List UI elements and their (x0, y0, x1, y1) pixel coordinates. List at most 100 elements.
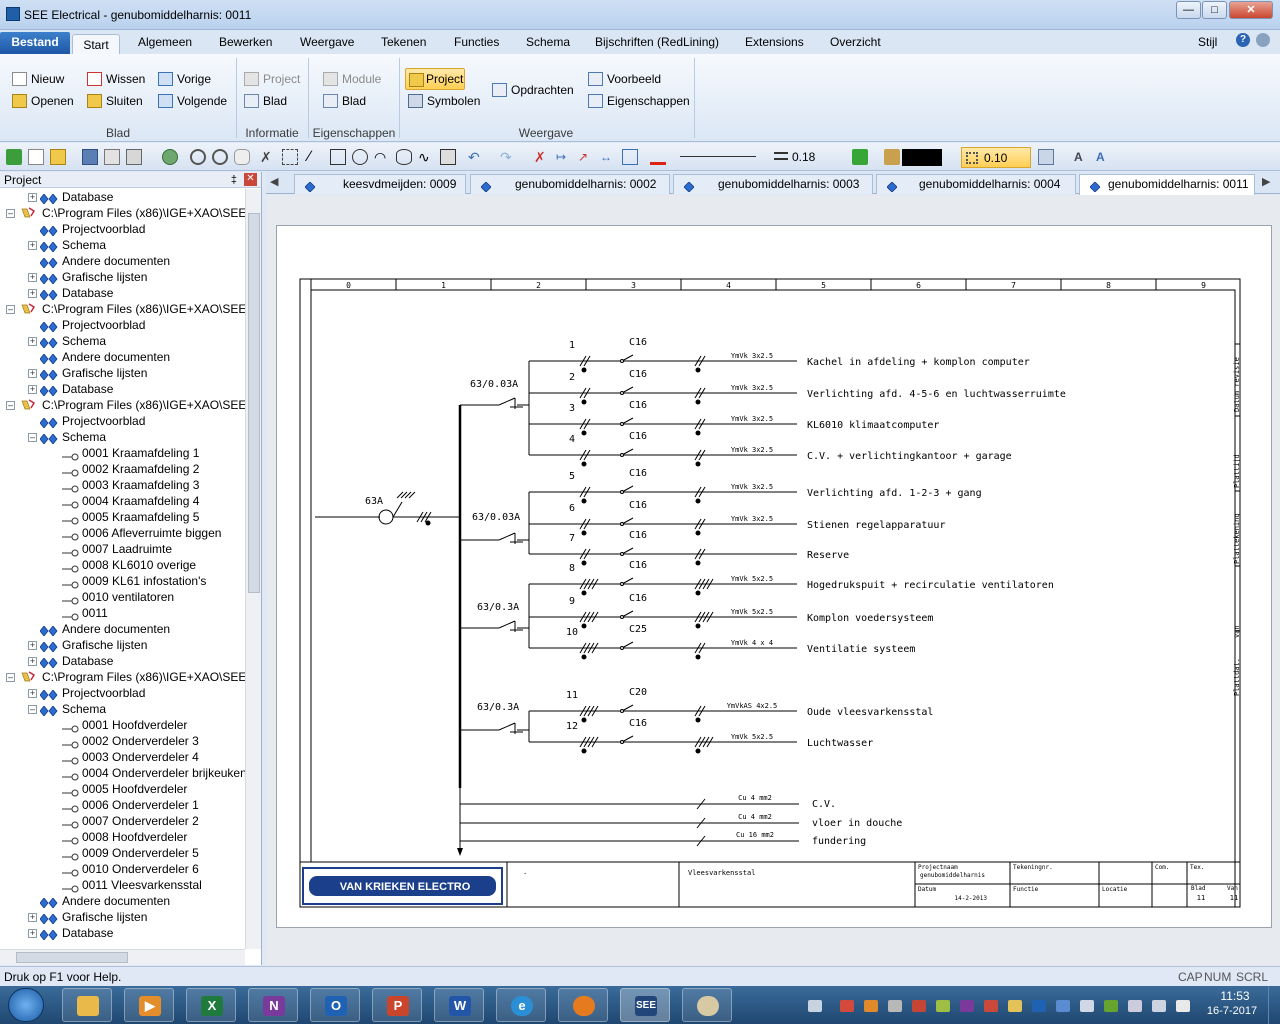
print-icon[interactable] (126, 149, 142, 165)
tree-item[interactable]: Andere documenten (0, 349, 245, 365)
tree-item[interactable]: 0010 ventilatoren (0, 589, 245, 605)
maximize-button[interactable]: □ (1202, 1, 1227, 19)
zoom-out-icon[interactable] (190, 149, 206, 165)
tree-item[interactable]: Andere documenten (0, 621, 245, 637)
delete-sheet-button[interactable]: Wissen (87, 70, 145, 88)
tree-item[interactable]: 0002 Onderverdeler 3 (0, 733, 245, 749)
show-desktop-button[interactable] (1268, 986, 1280, 1024)
taskbar-firefox[interactable] (558, 988, 608, 1022)
select-icon[interactable]: ✗ (260, 149, 276, 165)
tree-item[interactable]: 0005 Hoofdverdeler (0, 781, 245, 797)
pin-icon[interactable]: ‡ (231, 172, 237, 188)
tree-item[interactable]: + Grafische lijsten (0, 269, 245, 285)
help-icon[interactable]: ? (1236, 33, 1250, 47)
grid-selector[interactable]: 0.10 (961, 147, 1031, 168)
tree-item[interactable]: – Schema (0, 701, 245, 717)
tray-app-icon[interactable] (912, 1000, 926, 1012)
tree-item[interactable]: 0001 Kraamafdeling 1 (0, 445, 245, 461)
tree-item[interactable]: 0005 Kraamafdeling 5 (0, 509, 245, 525)
tree-item[interactable]: 0004 Onderverdeler brijkeuken (0, 765, 245, 781)
circle-icon[interactable] (352, 149, 368, 165)
arc-icon[interactable]: ◠ (374, 149, 390, 165)
tree-item[interactable]: 0006 Afleverruimte biggen (0, 525, 245, 541)
new-sheet-button[interactable]: Nieuw (12, 70, 64, 88)
tab-functies[interactable]: Functies (454, 34, 499, 54)
tab-overzicht[interactable]: Overzicht (830, 34, 881, 54)
tree-item[interactable]: 0008 Hoofdverdeler (0, 829, 245, 845)
tray-nvidia-icon[interactable] (1104, 1000, 1118, 1012)
tree-item[interactable]: + Grafische lijsten (0, 365, 245, 381)
taskbar-media[interactable]: ▶ (124, 988, 174, 1022)
tree-item[interactable]: 0009 Onderverdeler 5 (0, 845, 245, 861)
new-file-icon[interactable] (28, 149, 44, 165)
layers-icon[interactable] (1038, 149, 1054, 165)
save-icon[interactable] (82, 149, 98, 165)
tree-item[interactable]: + Grafische lijsten (0, 909, 245, 925)
line-icon[interactable]: ∕ (308, 149, 324, 165)
expand-icon[interactable]: + (28, 337, 37, 346)
scroll-thumb[interactable] (16, 952, 128, 963)
scroll-thumb[interactable] (248, 213, 260, 593)
brush-icon[interactable] (884, 149, 900, 165)
expand-icon[interactable]: + (28, 657, 37, 666)
tray-mail-icon[interactable] (1008, 1000, 1022, 1012)
properties-sheet-button[interactable]: Blad (323, 92, 366, 110)
zoom-extents-icon[interactable] (162, 149, 178, 165)
start-button[interactable] (8, 988, 44, 1022)
color-swatch[interactable] (902, 149, 942, 166)
taskbar-word[interactable]: W (434, 988, 484, 1022)
tree-item[interactable]: 0007 Onderverdeler 2 (0, 813, 245, 829)
style-menu[interactable]: Stijl (1198, 34, 1217, 54)
properties-module-button[interactable]: Module (323, 70, 381, 88)
tray-app-icon[interactable] (1080, 1000, 1094, 1012)
tree-horizontal-scrollbar[interactable] (0, 949, 245, 965)
hatch-icon[interactable] (440, 149, 456, 165)
tree-item[interactable]: 0003 Kraamafdeling 3 (0, 477, 245, 493)
check-icon[interactable] (6, 149, 22, 165)
clock-date[interactable]: 16-7-2017 (1200, 1005, 1264, 1017)
fill-color-icon[interactable] (852, 149, 868, 165)
tree-item[interactable]: – Schema (0, 429, 245, 445)
next-sheet-button[interactable]: Volgende (158, 92, 227, 110)
taskbar-outlook[interactable]: O (310, 988, 360, 1022)
tree-item[interactable]: – C:\Program Files (x86)\IGE+XAO\SEE Elec… (0, 669, 245, 685)
tree-item[interactable]: 0010 Onderverdeler 6 (0, 861, 245, 877)
tab-schema[interactable]: Schema (526, 34, 570, 54)
tab-bestand[interactable]: Bestand (0, 32, 70, 54)
tray-outlook-icon[interactable] (1032, 1000, 1046, 1012)
tray-app-icon[interactable] (936, 1000, 950, 1012)
tree-item[interactable]: 0002 Kraamafdeling 2 (0, 461, 245, 477)
doc-tab[interactable]: genubomiddelharnis: 0002 (470, 174, 670, 194)
doc-tab-active[interactable]: genubomiddelharnis: 0011 (1079, 174, 1255, 195)
taskbar-explorer[interactable] (62, 988, 112, 1022)
tree-item[interactable]: 0001 Hoofdverdeler (0, 717, 245, 733)
tree-vertical-scrollbar[interactable] (245, 189, 261, 949)
pan-hand-icon[interactable] (234, 149, 250, 165)
delete-element-icon[interactable]: ✗ (534, 149, 550, 165)
tree-item[interactable]: + Projectvoorblad (0, 685, 245, 701)
redo-icon[interactable]: ↷ (500, 149, 516, 165)
tree-item[interactable]: + Database (0, 285, 245, 301)
line-style-selector[interactable] (680, 156, 756, 157)
tree-item[interactable]: 0011 (0, 605, 245, 621)
drawing-canvas[interactable]: 0 1 2 3 4 5 6 7 8 9 Datum revisie Plattijd Platteken… (266, 195, 1280, 965)
tree-item[interactable]: Andere documenten (0, 253, 245, 269)
tray-app-icon[interactable] (864, 1000, 878, 1012)
tree-item[interactable]: Projectvoorblad (0, 317, 245, 333)
tray-app-icon[interactable] (888, 1000, 902, 1012)
options-icon[interactable] (1256, 33, 1270, 47)
tree-item[interactable]: 0007 Laadruimte (0, 541, 245, 557)
taskbar-paint[interactable] (682, 988, 732, 1022)
collapse-icon[interactable]: – (6, 209, 15, 218)
tree-item[interactable]: 0004 Kraamafdeling 4 (0, 493, 245, 509)
tray-security-icon[interactable] (840, 1000, 854, 1012)
tree-item[interactable]: + Schema (0, 333, 245, 349)
tray-app-icon[interactable] (960, 1000, 974, 1012)
panel-close-icon[interactable]: ✕ (244, 173, 257, 186)
view-symbols-button[interactable]: Symbolen (408, 92, 480, 110)
collapse-icon[interactable]: – (28, 433, 37, 442)
tray-app-icon[interactable] (984, 1000, 998, 1012)
tray-app-icon[interactable] (1056, 1000, 1070, 1012)
close-button[interactable]: ✕ (1229, 1, 1273, 19)
print-preview-icon[interactable] (104, 149, 120, 165)
